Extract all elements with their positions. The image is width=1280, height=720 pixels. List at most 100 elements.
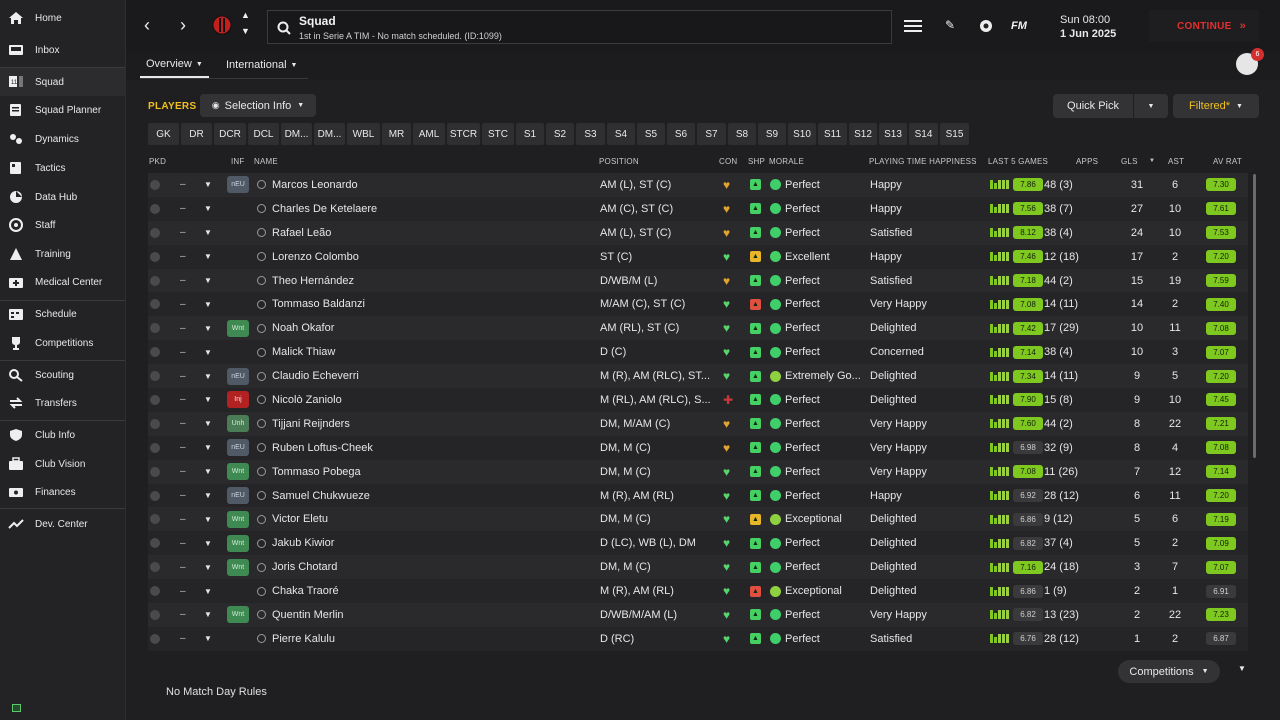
chevron-down-icon[interactable]: ▼: [204, 173, 212, 197]
pick-toggle[interactable]: [150, 173, 160, 197]
player-name-cell[interactable]: Quentin Merlin: [257, 603, 344, 627]
pick-toggle[interactable]: [150, 579, 160, 603]
filter-button[interactable]: Filtered* ▼: [1173, 94, 1259, 118]
menu-icon[interactable]: [904, 19, 922, 33]
status-badge[interactable]: Inj: [227, 391, 249, 409]
table-row[interactable]: – ▼ nEU Ruben Loftus-Cheek DM, M (C) ♥ ▲…: [148, 435, 1248, 460]
tab-overview[interactable]: Overview ▼: [140, 52, 209, 78]
table-row[interactable]: – ▼ Wnt Quentin Merlin D/WB/M/AM (L) ♥ ▲…: [148, 603, 1248, 627]
player-name-cell[interactable]: Tijjani Reijnders: [257, 412, 350, 436]
table-row[interactable]: – ▼ Wnt Victor Eletu DM, M (C) ♥ ▲ Excep…: [148, 507, 1248, 532]
player-name-cell[interactable]: Marcos Leonardo: [257, 173, 358, 197]
sidebar-item-squad[interactable]: 11 Squad: [0, 68, 125, 96]
selection-dash[interactable]: –: [180, 412, 186, 436]
player-name-cell[interactable]: Nicolò Zaniolo: [257, 388, 342, 412]
selection-dash[interactable]: –: [180, 531, 186, 555]
pick-toggle[interactable]: [150, 603, 160, 627]
chevron-down-icon[interactable]: ▼: [204, 627, 212, 651]
table-row[interactable]: – ▼ nEU Claudio Echeverri M (R), AM (RLC…: [148, 364, 1248, 389]
game-date[interactable]: Sun 08:00 1 Jun 2025: [1060, 13, 1116, 41]
selection-dash[interactable]: –: [180, 269, 186, 293]
sidebar-item-medical-center[interactable]: Medical Center: [0, 268, 125, 296]
sidebar-item-finances[interactable]: Finances: [0, 478, 125, 506]
col-playing-time[interactable]: PLAYING TIME HAPPINESS: [869, 157, 977, 166]
chevron-down-icon[interactable]: ▼: [204, 484, 212, 508]
table-row[interactable]: – ▼ Chaka Traoré M (R), AM (RL) ♥ ▲ Exce…: [148, 579, 1248, 604]
forward-icon[interactable]: ›: [180, 15, 186, 36]
table-row[interactable]: – ▼ Charles De Ketelaere AM (C), ST (C) …: [148, 196, 1248, 221]
chevron-down-icon[interactable]: ▼: [204, 531, 212, 555]
chevron-down-icon[interactable]: ▼: [204, 460, 212, 484]
pick-toggle[interactable]: [150, 221, 160, 245]
col-name[interactable]: NAME: [254, 157, 278, 166]
continue-button[interactable]: CONTINUE »: [1149, 10, 1259, 42]
col-avrat[interactable]: AV RAT: [1213, 157, 1242, 166]
chevron-down-icon[interactable]: ▼: [204, 555, 212, 579]
selection-dash[interactable]: –: [180, 316, 186, 340]
col-ast[interactable]: AST: [1168, 157, 1184, 166]
selection-dash[interactable]: –: [180, 388, 186, 412]
table-row[interactable]: – ▼ Inj Nicolò Zaniolo M (RL), AM (RLC),…: [148, 388, 1248, 412]
position-chip[interactable]: DM...: [314, 123, 345, 145]
selection-dash[interactable]: –: [180, 627, 186, 651]
player-name-cell[interactable]: Noah Okafor: [257, 316, 334, 340]
position-chip[interactable]: S8: [728, 123, 756, 145]
table-row[interactable]: – ▼ nEU Samuel Chukwueze M (R), AM (RL) …: [148, 483, 1248, 508]
position-chip[interactable]: WBL: [347, 123, 380, 145]
chevron-down-icon[interactable]: ▼: [204, 197, 212, 221]
pick-toggle[interactable]: [150, 269, 160, 293]
col-inf[interactable]: INF: [231, 157, 245, 166]
position-chip[interactable]: GK: [148, 123, 179, 145]
col-pkd[interactable]: PKD: [149, 157, 166, 166]
pick-toggle[interactable]: [150, 507, 160, 531]
selection-dash[interactable]: –: [180, 221, 186, 245]
status-badge[interactable]: Wnt: [227, 319, 249, 337]
expand-chevron-icon[interactable]: ▼: [1238, 664, 1246, 673]
selection-dash[interactable]: –: [180, 340, 186, 364]
chevron-down-icon[interactable]: ▼: [204, 292, 212, 316]
chevron-down-icon[interactable]: ▼: [204, 316, 212, 340]
position-chip[interactable]: STCR: [447, 123, 480, 145]
player-name-cell[interactable]: Rafael Leão: [257, 221, 331, 245]
position-chip[interactable]: DR: [181, 123, 212, 145]
pick-toggle[interactable]: [150, 245, 160, 269]
chevron-down-icon[interactable]: ▼: [204, 579, 212, 603]
sidebar-item-club-vision[interactable]: Club Vision: [0, 450, 125, 478]
player-name-cell[interactable]: Samuel Chukwueze: [257, 484, 370, 508]
player-name-cell[interactable]: Lorenzo Colombo: [257, 245, 359, 269]
player-name-cell[interactable]: Pierre Kalulu: [257, 627, 335, 651]
position-chip[interactable]: DM...: [281, 123, 312, 145]
sidebar-item-squad-planner[interactable]: Squad Planner: [0, 96, 125, 124]
status-badge[interactable]: Unh: [227, 415, 249, 433]
sidebar-item-scouting[interactable]: Scouting: [0, 361, 125, 389]
pick-toggle[interactable]: [150, 436, 160, 460]
pick-toggle[interactable]: [150, 364, 160, 388]
down-chevron-icon[interactable]: ▼: [241, 26, 250, 36]
pick-toggle[interactable]: [150, 460, 160, 484]
competitions-button[interactable]: Competitions ▼: [1118, 660, 1220, 683]
table-row[interactable]: – ▼ Lorenzo Colombo ST (C) ♥ ▲ Excellent…: [148, 244, 1248, 269]
status-badge[interactable]: nEU: [227, 439, 249, 457]
chevron-down-icon[interactable]: ▼: [204, 436, 212, 460]
player-name-cell[interactable]: Tommaso Baldanzi: [257, 292, 365, 316]
status-badge[interactable]: Wnt: [227, 510, 249, 528]
table-row[interactable]: – ▼ Wnt Joris Chotard DM, M (C) ♥ ▲ Perf…: [148, 555, 1248, 580]
tab-international[interactable]: International ▼: [220, 52, 303, 78]
chevron-down-icon[interactable]: ▼: [204, 364, 212, 388]
table-row[interactable]: – ▼ Wnt Jakub Kiwior D (LC), WB (L), DM …: [148, 531, 1248, 556]
position-chip[interactable]: S13: [879, 123, 907, 145]
selection-dash[interactable]: –: [180, 292, 186, 316]
status-icon[interactable]: [12, 704, 21, 712]
status-badge[interactable]: Wnt: [227, 534, 249, 552]
selection-dash[interactable]: –: [180, 436, 186, 460]
sidebar-item-training[interactable]: Training: [0, 240, 125, 268]
chevron-down-icon[interactable]: ▼: [204, 412, 212, 436]
selection-info-button[interactable]: ◉ Selection Info ▼: [200, 94, 316, 117]
chevron-down-icon[interactable]: ▼: [204, 245, 212, 269]
scrollbar[interactable]: [1253, 174, 1256, 458]
table-row[interactable]: – ▼ Wnt Noah Okafor AM (RL), ST (C) ♥ ▲ …: [148, 316, 1248, 341]
fm-logo[interactable]: FM: [1011, 20, 1027, 32]
pick-toggle[interactable]: [150, 340, 160, 364]
player-name-cell[interactable]: Claudio Echeverri: [257, 364, 359, 388]
table-row[interactable]: – ▼ Pierre Kalulu D (RC) ♥ ▲ Perfect Sat…: [148, 626, 1248, 651]
